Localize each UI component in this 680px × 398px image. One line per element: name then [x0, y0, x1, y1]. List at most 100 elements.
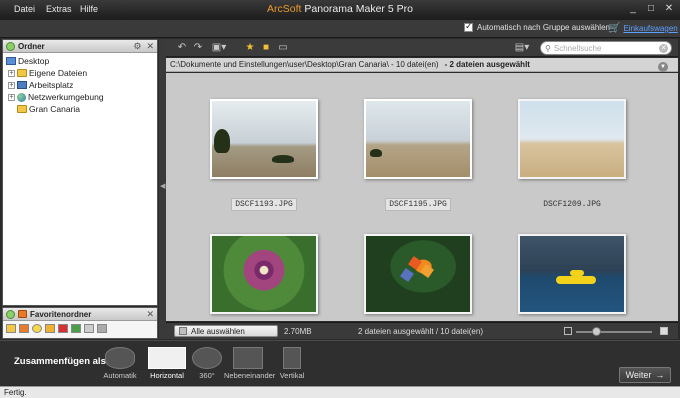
tree-label: Gran Canaria [29, 104, 81, 114]
tree-item-desktop[interactable]: Desktop [6, 55, 154, 67]
clear-search-icon[interactable]: ✕ [659, 44, 668, 53]
large-thumbnails-icon[interactable] [660, 327, 668, 335]
thumbnail-grid: DSCF1193.JPG DSCF1195.JPG DSCF1209.JPG [166, 73, 678, 321]
close-button[interactable]: ✕ [662, 2, 676, 16]
select-all-label: Alle auswählen [191, 326, 245, 336]
folder-icon [17, 105, 27, 113]
computer-icon [17, 81, 27, 89]
tile-mode-icon [233, 347, 263, 369]
panel-splitter[interactable]: ◀ [159, 39, 166, 339]
photo-filename: DSCF1209.JPG [543, 200, 601, 209]
panel-close-icon[interactable]: ✕ [146, 309, 154, 320]
browser-toolbar: ↶ ↷ ▣▾ ★ ■ ▭ ▤▾ ⚲ ✕ [166, 39, 678, 57]
slider-thumb[interactable] [592, 327, 601, 336]
fav-folder-icon[interactable] [6, 324, 16, 333]
maximize-button[interactable]: □ [644, 2, 658, 16]
view-mode-icon[interactable]: ▣▾ [210, 42, 228, 54]
vertical-mode-icon [283, 347, 301, 369]
fav-lock-icon[interactable] [45, 324, 55, 333]
tree-item-netzwerkumgebung[interactable]: + Netzwerkumgebung [6, 91, 154, 103]
mode-360[interactable]: 360° [185, 347, 229, 380]
photo-thumbnail[interactable] [210, 234, 318, 314]
selection-status: 2 dateien ausgewählt / 10 datei(en) [358, 327, 483, 336]
panel-close-icon[interactable]: ✕ [146, 41, 154, 52]
folder-icon [17, 69, 27, 77]
fav-grid-icon[interactable] [97, 324, 107, 333]
app-title: ArcSoft Panorama Maker 5 Pro [0, 3, 680, 15]
favorites-star-icon [18, 310, 27, 318]
tree-item-gran-canaria[interactable]: Gran Canaria [6, 103, 154, 115]
tree-label: Desktop [18, 56, 50, 66]
folder-tree: Desktop + Eigene Dateien + Arbeitsplatz … [3, 53, 157, 117]
cart-link[interactable]: Einkaufswagen [623, 24, 677, 33]
auto-group-checkbox[interactable] [464, 21, 473, 32]
folder-panel-icon [6, 41, 15, 51]
tree-item-arbeitsplatz[interactable]: + Arbeitsplatz [6, 79, 154, 91]
photo-thumbnail[interactable] [518, 234, 626, 314]
mode-label: Automatik [103, 371, 137, 380]
photo-thumbnail[interactable] [364, 234, 472, 314]
horizontal-mode-icon [148, 347, 186, 369]
photo-thumbnail[interactable] [210, 99, 318, 179]
select-all-button[interactable]: Alle auswählen [174, 325, 278, 337]
app-name: Panorama Maker 5 Pro [304, 3, 413, 15]
photo-filename: DSCF1193.JPG [210, 198, 318, 211]
expand-icon[interactable]: + [8, 93, 15, 101]
mode-label: Horizontal [150, 371, 184, 380]
next-button[interactable]: Weiter → [619, 367, 671, 383]
photo-thumbnail[interactable] [518, 99, 626, 179]
path-bar: C:\Dokumente und Einstellungen\user\Desk… [166, 58, 678, 72]
minimize-button[interactable]: _ [626, 2, 640, 16]
current-path: C:\Dokumente und Einstellungen\user\Desk… [170, 60, 439, 69]
top-options-bar: Automatisch nach Gruppe auswählen 🛒 Eink… [0, 20, 680, 38]
favorites-title: Favoritenordner [30, 309, 92, 319]
merge-bar: Zusammenfügen als: Automatik Horizontal … [0, 340, 680, 385]
mode-label: Vertikal [279, 371, 305, 380]
tree-item-eigene-dateien[interactable]: + Eigene Dateien [6, 67, 154, 79]
photo-filename: DSCF1195.JPG [364, 198, 472, 211]
trash-icon[interactable]: ▭ [277, 42, 289, 54]
favorites-panel-header: Favoritenordner ✕ [3, 308, 157, 321]
expand-icon[interactable]: + [8, 81, 15, 89]
mode-nebeneinander[interactable]: Nebeneinander [224, 347, 276, 380]
fav-money-icon[interactable] [71, 324, 81, 333]
auto-group-option[interactable]: Automatisch nach Gruppe auswählen [464, 21, 610, 32]
fav-flag-icon[interactable] [58, 324, 68, 333]
fav-pictures-icon[interactable] [19, 324, 29, 333]
fav-document-icon[interactable] [84, 324, 94, 333]
mode-vertikal[interactable]: Vertikal [270, 347, 314, 380]
selection-size: 2.70MB [284, 327, 312, 336]
desktop-icon [6, 57, 16, 65]
mode-label: Nebeneinander [224, 371, 276, 380]
expand-icon[interactable]: + [8, 69, 15, 77]
status-text: Fertig. [4, 388, 27, 397]
photo-thumbnail[interactable] [364, 99, 472, 179]
small-thumbnails-icon[interactable] [564, 327, 572, 335]
gear-icon[interactable]: ⚙ [133, 41, 141, 52]
tree-label: Arbeitsplatz [29, 80, 74, 90]
path-dropdown-icon[interactable]: ▼ [658, 62, 668, 72]
tree-label: Netzwerkumgebung [28, 92, 104, 102]
star-icon[interactable]: ★ [244, 42, 256, 54]
favorites-toolbar [3, 321, 157, 336]
arrow-right-icon: → [655, 370, 665, 380]
rotate-right-icon[interactable]: ↷ [192, 42, 204, 54]
mode-label: 360° [199, 371, 215, 380]
360-mode-icon [192, 347, 222, 369]
mode-automatik[interactable]: Automatik [98, 347, 142, 380]
select-all-icon [179, 327, 187, 335]
favorites-panel-icon [6, 309, 15, 319]
search-input[interactable] [553, 43, 658, 53]
lock-icon[interactable]: ■ [260, 42, 272, 54]
thumbnail-size-slider[interactable] [576, 327, 652, 336]
shopping-cart[interactable]: 🛒 Einkaufswagen [608, 23, 678, 34]
mode-horizontal[interactable]: Horizontal [145, 347, 189, 380]
fav-star-icon[interactable] [32, 324, 42, 333]
sort-options-icon[interactable]: ▤▾ [512, 42, 532, 54]
browser-footer: Alle auswählen 2.70MB 2 dateien ausgewäh… [166, 322, 678, 339]
folder-panel: Ordner ⚙ ✕ Desktop + Eigene Dateien + Ar… [2, 39, 158, 306]
quick-search[interactable]: ⚲ ✕ [540, 41, 672, 55]
collapse-arrow-icon[interactable]: ◀ [160, 182, 165, 190]
rotate-left-icon[interactable]: ↶ [176, 42, 188, 54]
cart-icon: 🛒 [608, 23, 621, 34]
